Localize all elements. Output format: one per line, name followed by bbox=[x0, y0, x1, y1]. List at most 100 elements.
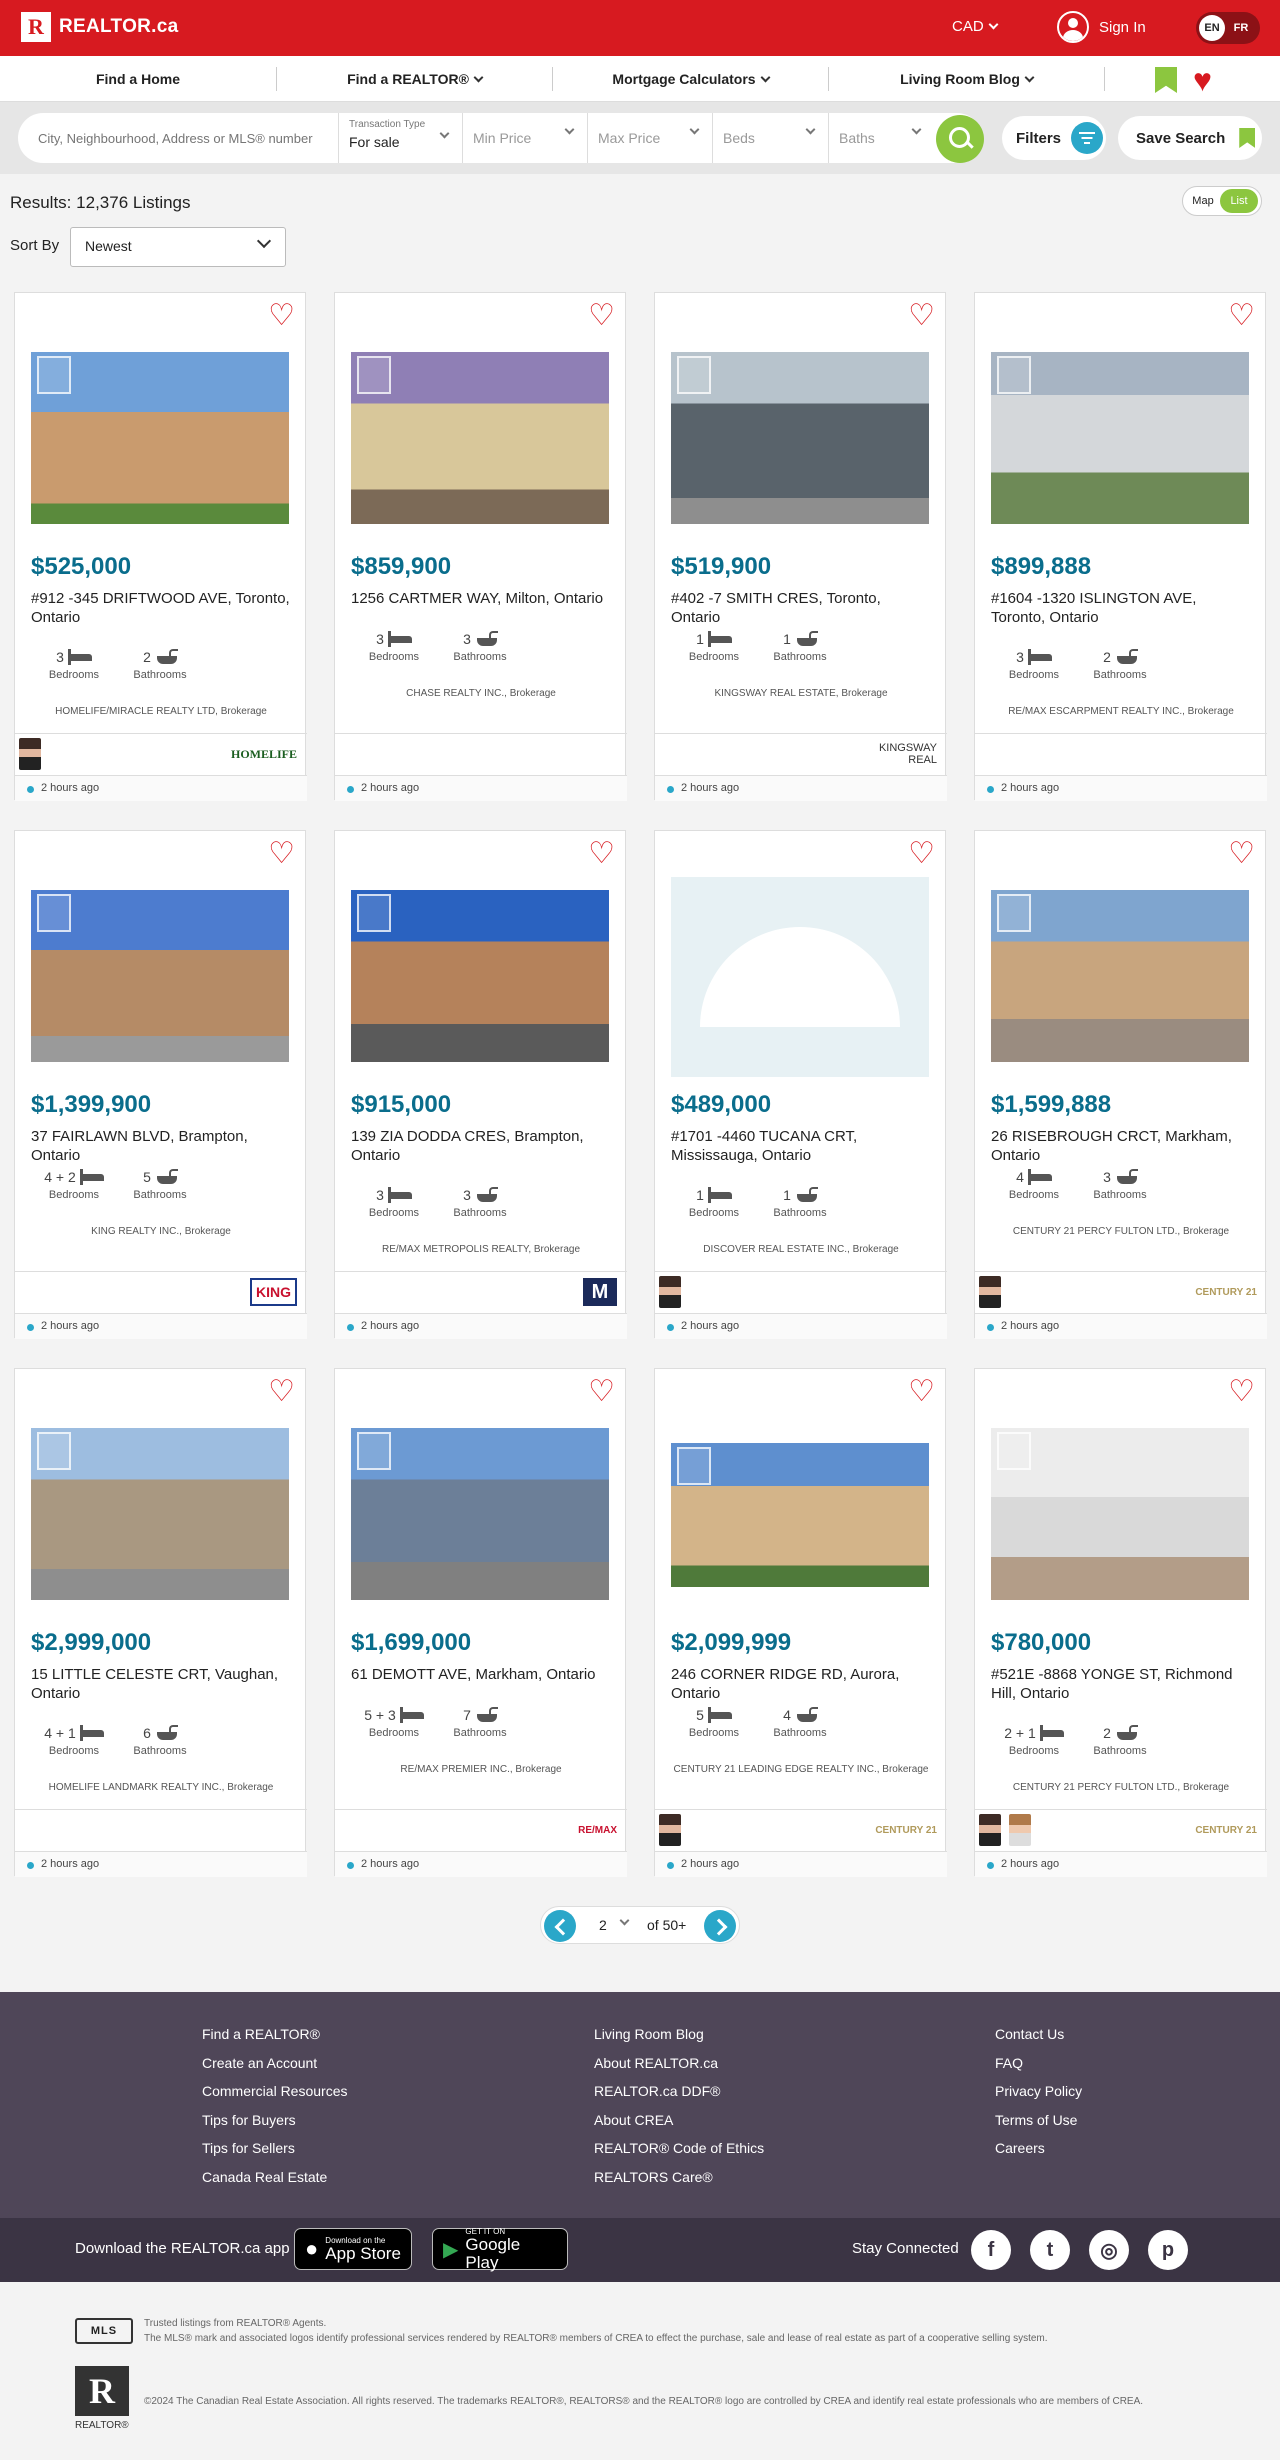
listing-card[interactable]: ♡ $1,399,900 37 FAIRLAWN BLVD, Brampton,… bbox=[14, 830, 307, 1339]
footer-link[interactable]: REALTOR.ca DDF® bbox=[594, 2077, 764, 2106]
footer-link[interactable]: REALTORS Care® bbox=[594, 2163, 764, 2192]
listing-card[interactable]: ♡ $899,888 #1604 -1320 ISLINGTON AVE, To… bbox=[974, 292, 1267, 801]
favorite-heart-icon[interactable]: ♡ bbox=[908, 839, 935, 869]
listing-card[interactable]: ♡ $2,999,000 15 LITTLE CELESTE CRT, Vaug… bbox=[14, 1368, 307, 1877]
listing-photo[interactable] bbox=[351, 890, 609, 1062]
listing-card[interactable]: ♡ $1,599,888 26 RISEBROUGH CRCT, Markham… bbox=[974, 830, 1267, 1339]
brokerage-logo[interactable]: M bbox=[583, 1278, 617, 1306]
favorite-heart-icon[interactable]: ♡ bbox=[268, 301, 295, 331]
listing-address[interactable]: #912 -345 DRIFTWOOD AVE, Toronto, Ontari… bbox=[31, 589, 293, 627]
listing-address[interactable]: 61 DEMOTT AVE, Markham, Ontario bbox=[351, 1665, 613, 1684]
favorites-heart-icon[interactable]: ♥ bbox=[1193, 64, 1212, 96]
agent-photo[interactable] bbox=[1009, 1814, 1031, 1846]
listing-address[interactable]: 26 RISEBROUGH CRCT, Markham, Ontario bbox=[991, 1127, 1253, 1165]
agent-photo[interactable] bbox=[659, 1814, 681, 1846]
agent-photo[interactable] bbox=[979, 1814, 1001, 1846]
favorite-heart-icon[interactable]: ♡ bbox=[268, 839, 295, 869]
listing-photo[interactable] bbox=[351, 352, 609, 524]
listing-card[interactable]: ♡ $489,000 #1701 -4460 TUCANA CRT, Missi… bbox=[654, 830, 947, 1339]
listing-photo[interactable] bbox=[351, 1428, 609, 1600]
lang-en[interactable]: EN bbox=[1199, 15, 1225, 41]
listing-card[interactable]: ♡ $1,699,000 61 DEMOTT AVE, Markham, Ont… bbox=[334, 1368, 627, 1877]
listing-card[interactable]: ♡ $519,900 #402 -7 SMITH CRES, Toronto, … bbox=[654, 292, 947, 801]
footer-link[interactable]: Careers bbox=[995, 2134, 1082, 2163]
favorite-heart-icon[interactable]: ♡ bbox=[588, 1377, 615, 1407]
footer-link[interactable]: Find a REALTOR® bbox=[202, 2020, 347, 2049]
currency-selector[interactable]: CAD bbox=[952, 18, 999, 35]
map-view-option[interactable]: Map bbox=[1186, 195, 1220, 207]
listing-card[interactable]: ♡ $915,000 139 ZIA DODDA CRES, Brampton,… bbox=[334, 830, 627, 1339]
listing-photo[interactable] bbox=[991, 352, 1249, 524]
footer-link[interactable]: About CREA bbox=[594, 2106, 764, 2135]
listing-address[interactable]: #1604 -1320 ISLINGTON AVE, Toronto, Onta… bbox=[991, 589, 1253, 627]
lang-fr[interactable]: FR bbox=[1225, 22, 1257, 34]
listing-card[interactable]: ♡ $525,000 #912 -345 DRIFTWOOD AVE, Toro… bbox=[14, 292, 307, 801]
twitter-icon[interactable]: t bbox=[1030, 2230, 1070, 2270]
listing-photo[interactable] bbox=[991, 1428, 1249, 1600]
baths-select[interactable]: Baths bbox=[828, 113, 934, 163]
brokerage-logo[interactable]: HOMELIFE bbox=[231, 740, 297, 768]
listing-address[interactable]: 15 LITTLE CELESTE CRT, Vaughan, Ontario bbox=[31, 1665, 293, 1703]
search-button[interactable] bbox=[936, 115, 984, 163]
realtor-logo[interactable]: R REALTOR.ca bbox=[21, 12, 179, 42]
listing-address[interactable]: #402 -7 SMITH CRES, Toronto, Ontario bbox=[671, 589, 933, 627]
max-price-select[interactable]: Max Price bbox=[587, 113, 712, 163]
footer-link[interactable]: Tips for Buyers bbox=[202, 2106, 347, 2135]
google-play-button[interactable]: ▶ GET IT ON Google Play bbox=[432, 2227, 568, 2271]
listing-address[interactable]: 37 FAIRLAWN BLVD, Brampton, Ontario bbox=[31, 1127, 293, 1165]
pinterest-icon[interactable]: p bbox=[1148, 2230, 1188, 2270]
brokerage-logo[interactable]: CENTURY 21 bbox=[875, 1816, 937, 1844]
listing-photo[interactable] bbox=[31, 890, 289, 1062]
listing-photo[interactable] bbox=[31, 1428, 289, 1600]
instagram-icon[interactable]: ◎ bbox=[1089, 2230, 1129, 2270]
listing-card[interactable]: ♡ $780,000 #521E -8868 YONGE ST, Richmon… bbox=[974, 1368, 1267, 1877]
favorite-heart-icon[interactable]: ♡ bbox=[1228, 839, 1255, 869]
min-price-select[interactable]: Min Price bbox=[462, 113, 587, 163]
previous-page-button[interactable] bbox=[544, 1910, 576, 1942]
footer-link[interactable]: Contact Us bbox=[995, 2020, 1082, 2049]
search-input[interactable] bbox=[38, 113, 348, 163]
listing-photo[interactable] bbox=[671, 352, 929, 524]
footer-link[interactable]: About REALTOR.ca bbox=[594, 2049, 764, 2078]
footer-link[interactable]: Create an Account bbox=[202, 2049, 347, 2078]
brokerage-logo[interactable]: CENTURY 21 bbox=[1195, 1278, 1257, 1306]
nav-find-realtor[interactable]: Find a REALTOR® bbox=[277, 56, 552, 102]
agent-photo[interactable] bbox=[19, 738, 41, 770]
listing-card[interactable]: ♡ $859,900 1256 CARTMER WAY, Milton, Ont… bbox=[334, 292, 627, 801]
map-list-toggle[interactable]: Map List bbox=[1182, 186, 1262, 216]
sort-select[interactable]: Newest bbox=[70, 227, 286, 267]
nav-blog[interactable]: Living Room Blog bbox=[829, 56, 1104, 102]
listing-address[interactable]: #521E -8868 YONGE ST, Richmond Hill, Ont… bbox=[991, 1665, 1253, 1703]
listing-photo[interactable] bbox=[991, 890, 1249, 1062]
transaction-type-select[interactable]: Transaction Type For sale bbox=[338, 113, 462, 163]
listing-address[interactable]: 1256 CARTMER WAY, Milton, Ontario bbox=[351, 589, 613, 608]
listing-address[interactable]: 246 CORNER RIDGE RD, Aurora, Ontario bbox=[671, 1665, 933, 1703]
footer-link[interactable]: Terms of Use bbox=[995, 2106, 1082, 2135]
favorite-heart-icon[interactable]: ♡ bbox=[1228, 1377, 1255, 1407]
listing-photo[interactable] bbox=[671, 1443, 929, 1587]
agent-photo[interactable] bbox=[979, 1276, 1001, 1308]
language-toggle[interactable]: EN FR bbox=[1196, 12, 1260, 44]
favorite-heart-icon[interactable]: ♡ bbox=[268, 1377, 295, 1407]
footer-link[interactable]: Privacy Policy bbox=[995, 2077, 1082, 2106]
footer-link[interactable]: Commercial Resources bbox=[202, 2077, 347, 2106]
facebook-icon[interactable]: f bbox=[971, 2230, 1011, 2270]
favorite-heart-icon[interactable]: ♡ bbox=[908, 301, 935, 331]
listing-address[interactable]: 139 ZIA DODDA CRES, Brampton, Ontario bbox=[351, 1127, 613, 1165]
nav-mortgage[interactable]: Mortgage Calculators bbox=[553, 56, 828, 102]
listing-photo[interactable] bbox=[31, 352, 289, 524]
brokerage-logo[interactable]: KING bbox=[250, 1278, 297, 1306]
footer-link[interactable]: Tips for Sellers bbox=[202, 2134, 347, 2163]
listing-card[interactable]: ♡ $2,099,999 246 CORNER RIDGE RD, Aurora… bbox=[654, 1368, 947, 1877]
footer-link[interactable]: Canada Real Estate bbox=[202, 2163, 347, 2192]
favorite-heart-icon[interactable]: ♡ bbox=[588, 301, 615, 331]
brokerage-logo[interactable]: RE/MAX bbox=[578, 1816, 617, 1844]
list-view-option[interactable]: List bbox=[1220, 189, 1258, 213]
agent-photo[interactable] bbox=[659, 1276, 681, 1308]
brokerage-logo[interactable]: CENTURY 21 bbox=[1195, 1816, 1257, 1844]
footer-link[interactable]: REALTOR® Code of Ethics bbox=[594, 2134, 764, 2163]
app-store-button[interactable]: ● Download on the App Store bbox=[294, 2228, 412, 2270]
filters-button[interactable]: Filters bbox=[1002, 116, 1106, 160]
listing-address[interactable]: #1701 -4460 TUCANA CRT, Mississauga, Ont… bbox=[671, 1127, 933, 1165]
save-search-button[interactable]: Save Search bbox=[1118, 116, 1262, 160]
